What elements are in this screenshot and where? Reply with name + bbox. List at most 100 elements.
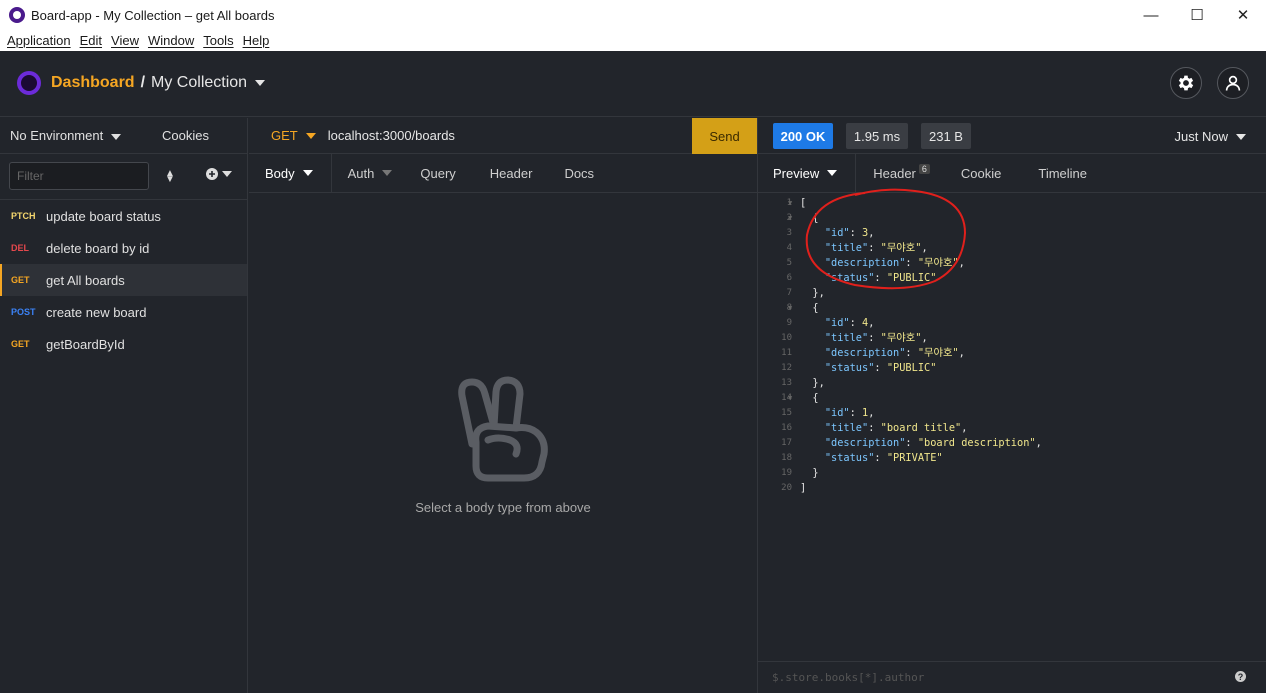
line-number: 7	[786, 288, 792, 298]
sidebar: No Environment Cookies Filter ▲ ▼ PTCH up…	[0, 118, 248, 693]
code-text: }	[800, 467, 819, 479]
method-badge: POST	[11, 307, 36, 317]
environment-row: No Environment Cookies	[0, 118, 247, 154]
minimize-button[interactable]: —	[1128, 0, 1174, 30]
chevron-down-icon	[305, 132, 316, 139]
request-item[interactable]: GET getBoardById	[0, 328, 247, 360]
tab-body[interactable]: Body	[249, 154, 332, 192]
code-line: 18 "status": "PRIVATE"	[758, 451, 1266, 466]
close-button[interactable]: ✕	[1220, 0, 1266, 30]
menu-view[interactable]: View	[111, 33, 139, 48]
filter-row: Filter ▲ ▼	[0, 154, 247, 200]
fold-caret-icon[interactable]: ▼	[788, 391, 792, 406]
cookies-button[interactable]: Cookies	[162, 128, 209, 143]
chevron-down-icon	[827, 170, 838, 176]
tab-auth-label: Auth	[347, 165, 375, 181]
line-number: 13	[781, 378, 792, 388]
tab-auth[interactable]: Auth	[332, 154, 409, 192]
tab-docs[interactable]: Docs	[548, 154, 610, 192]
request-item[interactable]: DEL delete board by id	[0, 232, 247, 264]
chevron-down-icon	[222, 171, 232, 177]
breadcrumb-dashboard[interactable]: Dashboard	[51, 74, 135, 92]
line-number: 10	[781, 333, 792, 343]
maximize-button[interactable]: ☐	[1174, 0, 1220, 30]
line-number: 9	[786, 318, 792, 328]
url-bar: GET localhost:3000/boards Send	[249, 118, 757, 154]
line-number: 5	[786, 258, 792, 268]
method-badge: DEL	[11, 243, 29, 253]
header-count-badge: 6	[918, 164, 930, 174]
menu-edit[interactable]: Edit	[80, 33, 102, 48]
environment-select[interactable]: No Environment	[10, 128, 122, 143]
tab-timeline[interactable]: Timeline	[1018, 154, 1104, 192]
request-tabs: Body Auth Query Header Docs	[249, 154, 757, 193]
request-item[interactable]: POST create new board	[0, 296, 247, 328]
menu-window[interactable]: Window	[148, 33, 194, 48]
request-list: PTCH update board status DEL delete boar…	[0, 200, 247, 360]
method-select[interactable]: GET	[271, 128, 316, 143]
url-input[interactable]: localhost:3000/boards	[328, 128, 455, 143]
request-label: delete board by id	[46, 240, 150, 256]
menu-bar: Application Edit View Window Tools Help	[0, 30, 1266, 51]
line-number: 19	[781, 468, 792, 478]
code-line: 17 "description": "board description",	[758, 436, 1266, 451]
chevron-down-icon	[302, 170, 313, 176]
tab-preview-label: Preview	[773, 165, 820, 181]
empty-hint: Select a body type from above	[415, 500, 591, 515]
request-item[interactable]: PTCH update board status	[0, 200, 247, 232]
tab-header[interactable]: Header	[472, 154, 549, 192]
app-header: Dashboard / My Collection	[0, 51, 1266, 117]
breadcrumb-collection[interactable]: My Collection	[151, 74, 247, 92]
code-line: 11 "description": "무야호",	[758, 346, 1266, 361]
menu-application[interactable]: Application	[7, 33, 71, 48]
filter-input[interactable]: Filter	[9, 162, 149, 190]
response-filter-input[interactable]: $.store.books[*].author	[772, 671, 924, 684]
method-label: GET	[271, 128, 298, 143]
chevron-down-icon	[382, 170, 393, 176]
fold-caret-icon[interactable]: ▼	[788, 301, 792, 316]
code-line: 15 "id": 1,	[758, 406, 1266, 421]
breadcrumb-separator: /	[140, 74, 146, 91]
account-button[interactable]	[1217, 67, 1249, 99]
line-number: 12	[781, 363, 792, 373]
user-icon	[1225, 75, 1241, 91]
window-title-bar: Board-app - My Collection – get All boar…	[0, 0, 1266, 30]
code-text: "title": "board title",	[824, 422, 968, 434]
menu-tools[interactable]: Tools	[203, 33, 233, 48]
request-body-panel: Select a body type from above	[249, 194, 757, 693]
history-select[interactable]: Just Now	[1175, 129, 1246, 144]
plus-circle-icon	[206, 168, 218, 180]
tab-response-header-label: Header	[873, 165, 916, 181]
request-item[interactable]: GET get All boards	[0, 264, 247, 296]
settings-button[interactable]	[1170, 67, 1202, 99]
code-line: 20]	[758, 481, 1266, 496]
tab-body-label: Body	[265, 165, 295, 181]
sort-icon[interactable]: ▲ ▼	[165, 169, 175, 185]
breadcrumb: Dashboard / My Collection	[51, 74, 266, 92]
window-title: Board-app - My Collection – get All boar…	[31, 7, 275, 23]
status-badge: 200 OK	[773, 123, 833, 149]
fold-caret-icon[interactable]: ▼	[788, 196, 792, 211]
fold-caret-icon[interactable]: ▼	[788, 211, 792, 226]
environment-label: No Environment	[10, 128, 104, 143]
request-label: getBoardById	[46, 336, 125, 352]
help-icon[interactable]: ?	[1235, 671, 1246, 682]
line-number: 16	[781, 423, 792, 433]
method-badge: PTCH	[11, 211, 36, 221]
send-button[interactable]: Send	[692, 118, 757, 154]
line-number: 11	[781, 348, 792, 358]
request-label: get All boards	[46, 272, 125, 288]
line-number: 17	[781, 438, 792, 448]
code-line: 14 ▼ {	[758, 391, 1266, 406]
add-request-button[interactable]	[206, 168, 232, 180]
app-icon	[9, 7, 25, 23]
history-label: Just Now	[1174, 129, 1228, 144]
logo-icon[interactable]	[17, 71, 41, 95]
menu-help[interactable]: Help	[243, 33, 270, 48]
chevron-down-icon[interactable]	[255, 80, 266, 86]
code-line: 12 "status": "PUBLIC"	[758, 361, 1266, 376]
code-text: "title": "무야호",	[824, 332, 928, 344]
method-badge: GET	[11, 275, 30, 285]
chevron-down-icon	[111, 133, 122, 140]
tab-query[interactable]: Query	[408, 154, 471, 192]
